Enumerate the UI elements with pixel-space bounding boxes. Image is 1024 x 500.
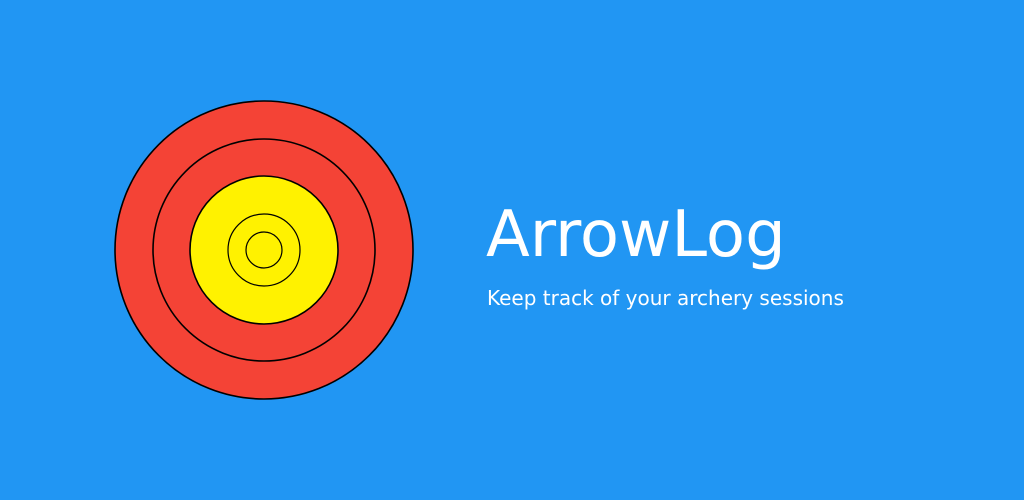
app-title: ArrowLog xyxy=(486,198,786,272)
feature-banner: ArrowLog Keep track of your archery sess… xyxy=(0,0,1024,500)
app-tagline: Keep track of your archery sessions xyxy=(487,286,844,310)
archery-target-icon xyxy=(114,100,414,400)
target-bullseye xyxy=(245,231,283,269)
